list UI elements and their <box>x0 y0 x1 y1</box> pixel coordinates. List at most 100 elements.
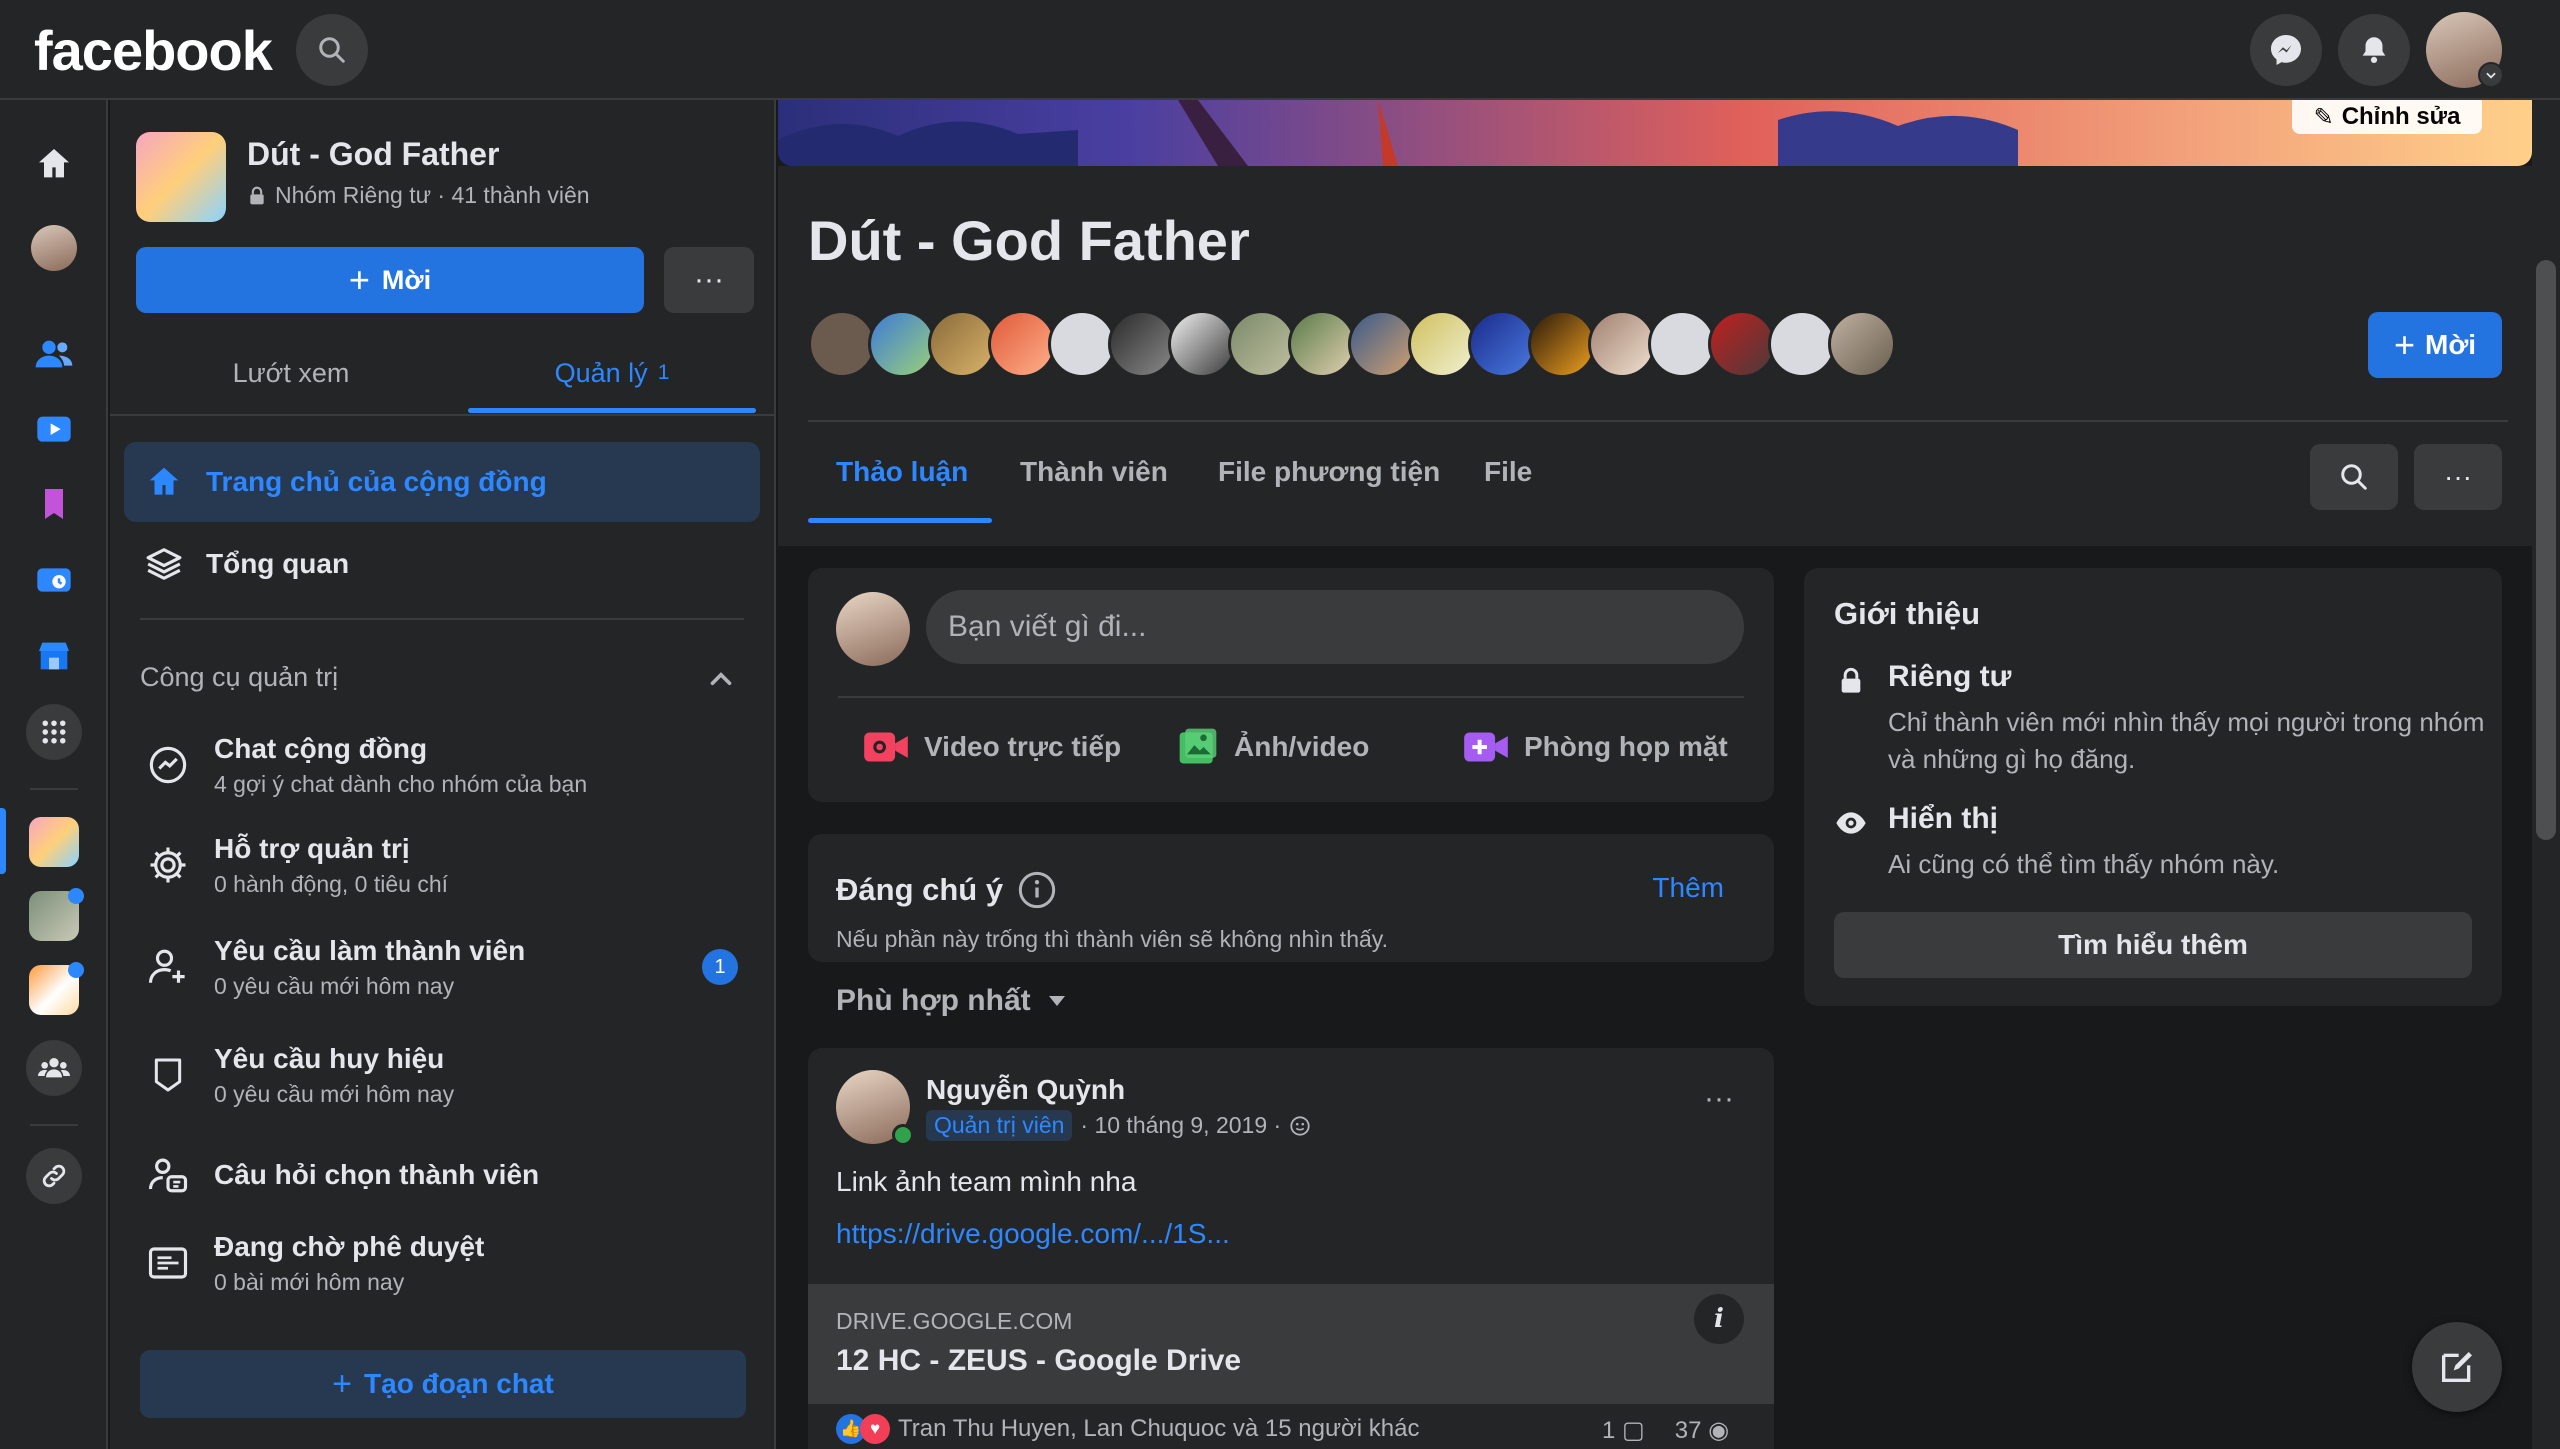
photo-video-label: Ảnh/video <box>1234 731 1370 762</box>
sort-dropdown[interactable]: Phù hợp nhất <box>836 984 1067 1018</box>
tab-media[interactable]: File phương tiện <box>1218 422 1440 522</box>
member-avatar[interactable] <box>1048 310 1116 378</box>
tab-discussion[interactable]: Thảo luận <box>836 422 968 522</box>
info-icon[interactable]: i <box>1694 1294 1744 1344</box>
member-avatar[interactable] <box>1708 310 1776 378</box>
room-button[interactable]: Phòng họp mặt <box>1462 714 1728 780</box>
member-avatar[interactable] <box>868 310 936 378</box>
link-preview[interactable]: DRIVE.GOOGLE.COM 12 HC - ZEUS - Google D… <box>808 1284 1774 1404</box>
group-name[interactable]: Dút - God Father <box>247 136 499 173</box>
link-shortcut[interactable] <box>26 1148 82 1204</box>
member-avatar[interactable] <box>1228 310 1296 378</box>
eye-icon <box>1834 806 1868 840</box>
info-icon[interactable] <box>1017 870 1057 910</box>
nav-community-home[interactable]: Trang chủ của cộng đồng <box>124 442 760 522</box>
invite-button[interactable]: + Mời <box>136 247 644 313</box>
member-avatar[interactable] <box>988 310 1056 378</box>
group-shortcut-3[interactable] <box>26 962 84 1018</box>
marketplace-shortcut[interactable] <box>26 628 82 684</box>
tool-admin-assist[interactable]: Hỗ trợ quản trị 0 hành động, 0 tiêu chí <box>124 820 760 910</box>
tool-community-chat[interactable]: Chat cộng đồng 4 gợi ý chat dành cho nhó… <box>124 720 760 810</box>
group-search-button[interactable] <box>2310 444 2398 510</box>
collapse-chevron-icon[interactable] <box>704 662 738 696</box>
tab-members[interactable]: Thành viên <box>1020 422 1168 522</box>
group-shortcut-2[interactable] <box>26 888 84 944</box>
plus-icon: + <box>332 1365 353 1403</box>
nav-overview[interactable]: Tổng quan <box>124 524 760 604</box>
friends-shortcut[interactable] <box>26 326 82 382</box>
featured-more-link[interactable]: Thêm <box>1652 872 1724 904</box>
more-options-button[interactable]: ··· <box>664 247 754 313</box>
member-avatar[interactable] <box>1828 310 1896 378</box>
member-avatar[interactable] <box>1408 310 1476 378</box>
post-reactions-row[interactable]: 👍 ♥ Tran Thu Huyen, Lan Chuquoc và 15 ng… <box>836 1414 1419 1444</box>
tool-badge-requests[interactable]: Yêu cầu huy hiệu 0 yêu cầu mới hôm nay <box>124 1030 760 1120</box>
marketplace-icon <box>39 642 69 670</box>
post-author-name[interactable]: Nguyễn Quỳnh <box>926 1074 1125 1106</box>
messenger-button[interactable] <box>2250 14 2322 86</box>
scrollbar-thumb[interactable] <box>2536 260 2556 840</box>
composer-avatar[interactable] <box>836 592 910 666</box>
groups-shortcut[interactable] <box>26 1040 82 1096</box>
search-button[interactable] <box>296 14 368 86</box>
invite-button-header[interactable]: + Mời <box>2368 312 2502 378</box>
tab-manage[interactable]: Quản lý 1 <box>468 332 756 414</box>
member-avatar[interactable] <box>1768 310 1836 378</box>
profile-shortcut[interactable] <box>26 220 82 276</box>
messages-shortcut[interactable] <box>26 552 82 608</box>
tool-membership-questions[interactable]: Câu hỏi chọn thành viên <box>124 1130 760 1220</box>
member-avatar[interactable] <box>1108 310 1176 378</box>
tool-member-requests[interactable]: Yêu cầu làm thành viên 0 yêu cầu mới hôm… <box>124 922 760 1012</box>
notifications-button[interactable] <box>2338 14 2410 86</box>
comments-count[interactable]: 1 ▢ <box>1602 1416 1645 1445</box>
tool-pending-approvals[interactable]: Đang chờ phê duyệt 0 bài mới hôm nay <box>124 1218 760 1308</box>
cover-photo[interactable]: ✎ Chỉnh sửa <box>778 100 2532 166</box>
facebook-logo[interactable]: facebook <box>34 18 273 83</box>
member-avatar[interactable] <box>1288 310 1356 378</box>
create-chat-button[interactable]: + Tạo đoạn chat <box>140 1350 746 1418</box>
account-menu-chevron-icon[interactable] <box>2478 62 2504 88</box>
photo-video-button[interactable]: Ảnh/video <box>1176 714 1369 780</box>
member-avatars[interactable] <box>808 310 1896 380</box>
post-meta: Quản trị viên · 10 tháng 9, 2019 · <box>926 1110 1311 1141</box>
group-shortcut-active[interactable] <box>26 814 82 870</box>
member-avatar[interactable] <box>1528 310 1596 378</box>
page-scrollbar[interactable] <box>2532 100 2560 1449</box>
group-thumbnail[interactable] <box>136 132 226 222</box>
live-video-button[interactable]: Video trực tiếp <box>862 714 1121 780</box>
room-icon <box>1464 732 1508 762</box>
member-avatar[interactable] <box>928 310 996 378</box>
home-icon <box>39 149 69 178</box>
tab-label: Thành viên <box>1020 456 1168 487</box>
post-options-button[interactable]: ··· <box>1704 1082 1734 1116</box>
member-avatar[interactable] <box>1348 310 1416 378</box>
member-avatar[interactable] <box>1168 310 1236 378</box>
member-avatar[interactable] <box>1588 310 1656 378</box>
messages-icon <box>37 568 71 592</box>
composer-input[interactable]: Bạn viết gì đi... <box>926 590 1744 664</box>
tab-browse[interactable]: Lướt xem <box>136 332 446 414</box>
more-dots-icon: ··· <box>1704 1082 1734 1115</box>
learn-more-button[interactable]: Tìm hiểu thêm <box>1834 912 2472 978</box>
watch-shortcut[interactable] <box>26 402 82 458</box>
featured-section: Đáng chú ý Thêm Nếu phần này trống thì t… <box>808 834 1774 962</box>
member-avatar[interactable] <box>1468 310 1536 378</box>
group-more-button[interactable]: ··· <box>2414 444 2502 510</box>
new-message-button[interactable] <box>2412 1322 2502 1412</box>
home-icon <box>140 458 188 506</box>
saved-shortcut[interactable] <box>26 476 82 532</box>
tool-subtitle: 0 hành động, 0 tiêu chí <box>214 870 449 897</box>
reactions-text: Tran Thu Huyen, Lan Chuquoc và 15 người … <box>898 1415 1420 1442</box>
edit-cover-button[interactable]: ✎ Chỉnh sửa <box>2292 100 2482 134</box>
post-link[interactable]: https://drive.google.com/.../1S... <box>836 1218 1230 1250</box>
saved-icon <box>45 489 63 519</box>
member-avatar[interactable] <box>1648 310 1716 378</box>
tab-files[interactable]: File <box>1484 422 1532 522</box>
home-shortcut[interactable] <box>26 136 82 192</box>
member-avatar[interactable] <box>808 310 876 378</box>
about-item-title: Hiển thị <box>1888 802 1998 835</box>
active-indicator <box>0 808 6 874</box>
apps-shortcut[interactable] <box>26 704 82 760</box>
tab-label: Thảo luận <box>836 456 969 487</box>
post-date[interactable]: · 10 tháng 9, 2019 · <box>1080 1112 1281 1139</box>
